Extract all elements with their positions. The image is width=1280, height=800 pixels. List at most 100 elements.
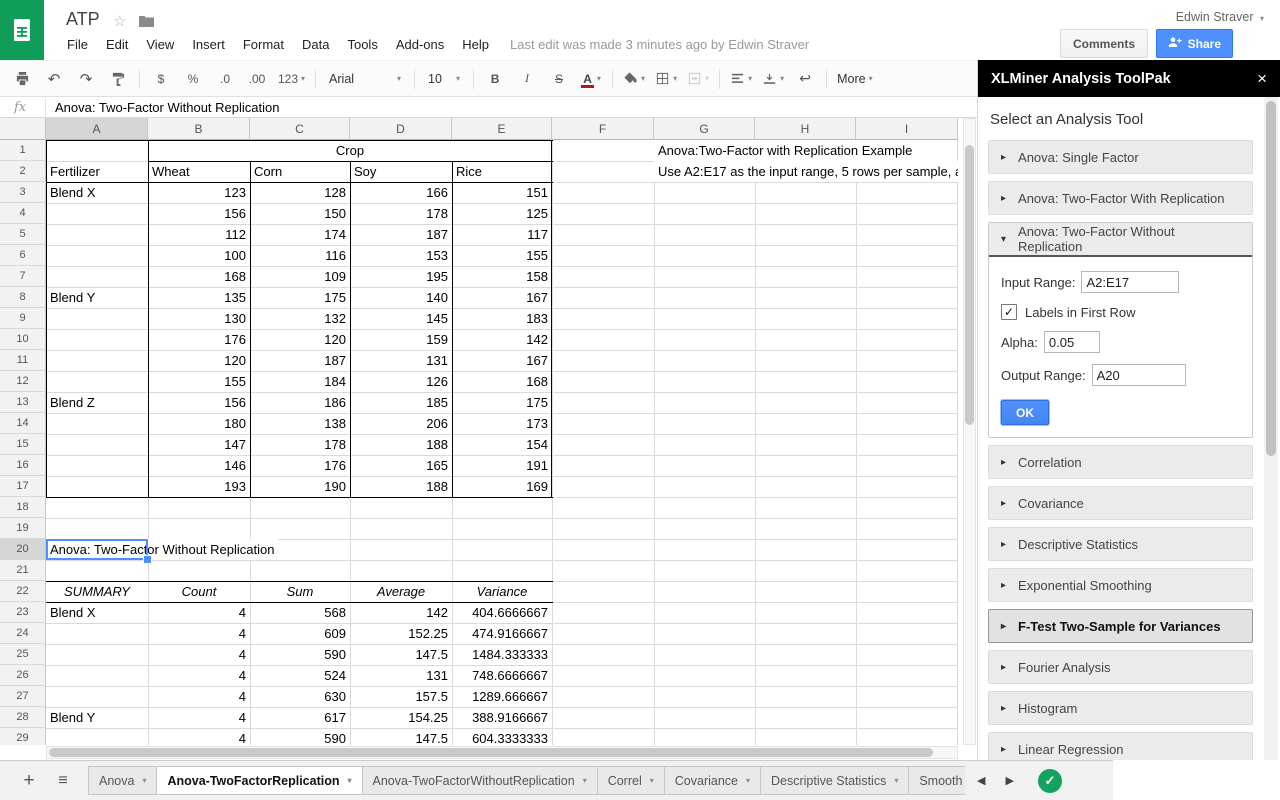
row-header-12[interactable]: 12 bbox=[0, 371, 46, 392]
cell-E27[interactable]: 1289.666667 bbox=[452, 686, 552, 707]
tool-f-test-two-sample-for-variances[interactable]: ▸F-Test Two-Sample for Variances bbox=[988, 609, 1253, 643]
cell-B5[interactable]: 112 bbox=[148, 224, 250, 245]
addon-status-check-icon[interactable]: ✓ bbox=[1038, 769, 1062, 793]
cell-C11[interactable]: 187 bbox=[250, 350, 350, 371]
cell-B12[interactable]: 155 bbox=[148, 371, 250, 392]
cell-C22[interactable]: Sum bbox=[250, 581, 350, 602]
cell-D4[interactable]: 178 bbox=[350, 203, 452, 224]
comments-button[interactable]: Comments bbox=[1060, 29, 1148, 58]
borders-button[interactable]: ▾ bbox=[652, 67, 680, 91]
star-icon[interactable]: ☆ bbox=[113, 12, 126, 30]
row-header-19[interactable]: 19 bbox=[0, 518, 46, 539]
row-header-4[interactable]: 4 bbox=[0, 203, 46, 224]
row-header-26[interactable]: 26 bbox=[0, 665, 46, 686]
tool-histogram[interactable]: ▸Histogram bbox=[988, 691, 1253, 725]
col-header-C[interactable]: C bbox=[250, 118, 350, 140]
folder-icon[interactable] bbox=[139, 14, 154, 32]
row-header-6[interactable]: 6 bbox=[0, 245, 46, 266]
cell-B24[interactable]: 4 bbox=[148, 623, 250, 644]
increase-decimal-button[interactable]: .00 bbox=[243, 67, 271, 91]
cell-E15[interactable]: 154 bbox=[452, 434, 552, 455]
cell-E12[interactable]: 168 bbox=[452, 371, 552, 392]
cell-A3[interactable]: Blend X bbox=[46, 182, 148, 203]
selection-fill-handle[interactable] bbox=[143, 555, 152, 564]
font-family-select[interactable]: Arial▾ bbox=[323, 67, 407, 91]
cell-D15[interactable]: 188 bbox=[350, 434, 452, 455]
cell-C26[interactable]: 524 bbox=[250, 665, 350, 686]
row-header-28[interactable]: 28 bbox=[0, 707, 46, 728]
cell-G1[interactable]: Anova:Two-Factor with Replication Exampl… bbox=[654, 140, 916, 161]
row-header-16[interactable]: 16 bbox=[0, 455, 46, 476]
cell-B7[interactable]: 168 bbox=[148, 266, 250, 287]
col-header-F[interactable]: F bbox=[552, 118, 654, 140]
cell-B22[interactable]: Count bbox=[148, 581, 250, 602]
cell-D24[interactable]: 152.25 bbox=[350, 623, 452, 644]
row-header-17[interactable]: 17 bbox=[0, 476, 46, 497]
sheet-tab-correl[interactable]: Correl▾ bbox=[597, 766, 665, 795]
cell-C16[interactable]: 176 bbox=[250, 455, 350, 476]
tool-correlation[interactable]: ▸Correlation bbox=[988, 445, 1253, 479]
cell-E23[interactable]: 404.6666667 bbox=[452, 602, 552, 623]
horizontal-align-button[interactable]: ▾ bbox=[727, 67, 755, 91]
cell-D25[interactable]: 147.5 bbox=[350, 644, 452, 665]
sheet-tab-anova[interactable]: Anova▾ bbox=[88, 766, 157, 795]
decrease-decimal-button[interactable]: .0 bbox=[211, 67, 239, 91]
cell-E16[interactable]: 191 bbox=[452, 455, 552, 476]
cell-C4[interactable]: 150 bbox=[250, 203, 350, 224]
col-header-A[interactable]: A bbox=[46, 118, 148, 140]
row-header-11[interactable]: 11 bbox=[0, 350, 46, 371]
cell-D11[interactable]: 131 bbox=[350, 350, 452, 371]
sheet-tab-smooth[interactable]: Smooth▾ bbox=[908, 766, 965, 795]
sheet-tab-covariance[interactable]: Covariance▾ bbox=[664, 766, 761, 795]
cell-D14[interactable]: 206 bbox=[350, 413, 452, 434]
cell-B23[interactable]: 4 bbox=[148, 602, 250, 623]
cell-D23[interactable]: 142 bbox=[350, 602, 452, 623]
cell-B6[interactable]: 100 bbox=[148, 245, 250, 266]
cell-A22[interactable]: SUMMARY bbox=[46, 581, 148, 602]
format-percent-button[interactable]: % bbox=[179, 67, 207, 91]
cell-E29[interactable]: 604.3333333 bbox=[452, 728, 552, 745]
cell-E4[interactable]: 125 bbox=[452, 203, 552, 224]
tool-fourier-analysis[interactable]: ▸Fourier Analysis bbox=[988, 650, 1253, 684]
cell-E2[interactable]: Rice bbox=[452, 161, 552, 182]
sheet-tab-anova-twofactorwithoutreplication[interactable]: Anova-TwoFactorWithoutReplication▾ bbox=[362, 766, 598, 795]
vertical-scrollbar-thumb[interactable] bbox=[965, 145, 974, 425]
cell-C12[interactable]: 184 bbox=[250, 371, 350, 392]
cell-E8[interactable]: 167 bbox=[452, 287, 552, 308]
close-icon[interactable]: × bbox=[1257, 70, 1267, 87]
cell-B4[interactable]: 156 bbox=[148, 203, 250, 224]
last-edit-status[interactable]: Last edit was made 3 minutes ago by Edwi… bbox=[510, 37, 809, 52]
cell-A28[interactable]: Blend Y bbox=[46, 707, 148, 728]
ok-button[interactable]: OK bbox=[1001, 400, 1049, 425]
horizontal-scrollbar[interactable] bbox=[46, 746, 958, 759]
document-title[interactable]: ATP bbox=[66, 9, 100, 30]
cell-E26[interactable]: 748.6666667 bbox=[452, 665, 552, 686]
cell-D9[interactable]: 145 bbox=[350, 308, 452, 329]
cell-C28[interactable]: 617 bbox=[250, 707, 350, 728]
cell-D2[interactable]: Soy bbox=[350, 161, 452, 182]
cell-B17[interactable]: 193 bbox=[148, 476, 250, 497]
prev-sheets-icon[interactable]: ◀ bbox=[977, 774, 985, 787]
cell-D6[interactable]: 153 bbox=[350, 245, 452, 266]
undo-button[interactable]: ↶ bbox=[40, 67, 68, 91]
menu-data[interactable]: Data bbox=[293, 33, 338, 56]
spreadsheet-grid[interactable]: CropAnova:Two-Factor with Replication Ex… bbox=[0, 118, 958, 745]
menu-tools[interactable]: Tools bbox=[338, 33, 386, 56]
menu-insert[interactable]: Insert bbox=[183, 33, 234, 56]
cell-E25[interactable]: 1484.333333 bbox=[452, 644, 552, 665]
cell-E28[interactable]: 388.9166667 bbox=[452, 707, 552, 728]
cell-E14[interactable]: 173 bbox=[452, 413, 552, 434]
cell-C3[interactable]: 128 bbox=[250, 182, 350, 203]
col-header-H[interactable]: H bbox=[755, 118, 856, 140]
cell-C23[interactable]: 568 bbox=[250, 602, 350, 623]
cell-C7[interactable]: 109 bbox=[250, 266, 350, 287]
cell-E22[interactable]: Variance bbox=[452, 581, 552, 602]
cell-B2[interactable]: Wheat bbox=[148, 161, 250, 182]
row-header-5[interactable]: 5 bbox=[0, 224, 46, 245]
cell-A13[interactable]: Blend Z bbox=[46, 392, 148, 413]
all-sheets-icon[interactable]: ≡ bbox=[46, 772, 80, 790]
cell-E3[interactable]: 151 bbox=[452, 182, 552, 203]
cell-D27[interactable]: 157.5 bbox=[350, 686, 452, 707]
cell-D8[interactable]: 140 bbox=[350, 287, 452, 308]
cell-C5[interactable]: 174 bbox=[250, 224, 350, 245]
